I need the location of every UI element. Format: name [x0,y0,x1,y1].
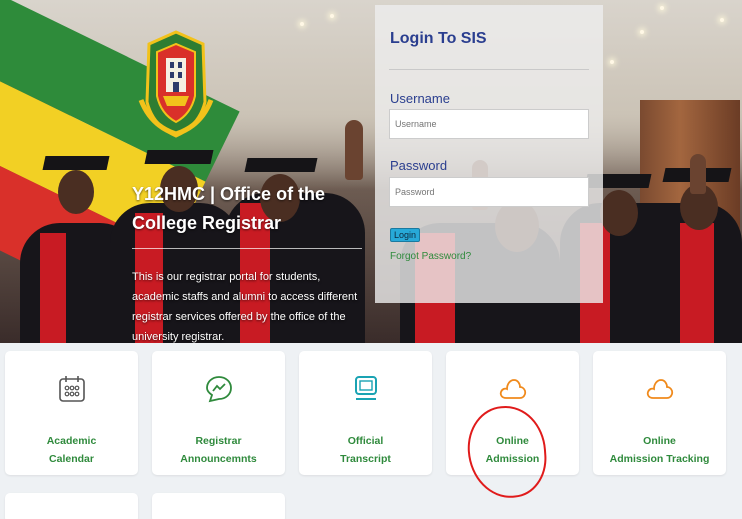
card-label-line1: Online [643,435,676,447]
card-registrar-announcements[interactable]: Registrar Announcemnts [152,351,285,475]
login-panel: Login To SIS Username Password Login For… [375,5,603,303]
graduates-crowd [0,120,742,343]
card-label-line1: Registrar [195,435,242,447]
calendar-icon [58,376,85,402]
username-input[interactable] [389,109,589,139]
card-label-line2: Calendar [49,453,94,465]
password-input[interactable] [389,177,589,207]
username-label: Username [390,91,450,106]
login-divider [389,69,589,70]
card-partial[interactable] [152,493,285,519]
forgot-password-link[interactable]: Forgot Password? [390,251,471,262]
card-official-transcript[interactable]: Official Transcript [299,351,432,475]
card-label-line1: Official [347,435,384,447]
chat-chart-icon [205,376,232,403]
college-seal-logo [138,30,214,138]
monitor-icon [354,376,377,400]
login-button[interactable]: Login [390,228,421,242]
cloud-icon [646,379,673,399]
card-academic-calendar[interactable]: Academic Calendar [5,351,138,475]
card-label-line1: Academic [46,435,97,447]
hero-description: This is our registrar portal for student… [132,271,358,343]
card-online-admission-tracking[interactable]: Online Admission Tracking [593,351,726,475]
hero-divider [132,248,362,249]
login-heading: Login To SIS [390,30,487,47]
card-label-line2: Announcemnts [180,453,257,465]
services-grid: Academic Calendar Registrar Announcemnts… [0,343,742,519]
card-label-line2: Admission Tracking [609,453,710,465]
card-label-line2: Transcript [340,453,391,465]
password-label: Password [390,158,448,173]
hero-banner: Y12HMC | Office of the College Registrar… [0,0,742,343]
card-partial[interactable] [5,493,138,519]
hero-title: Y12HMC | Office of the College Registrar [132,184,326,233]
cloud-icon [499,379,526,399]
